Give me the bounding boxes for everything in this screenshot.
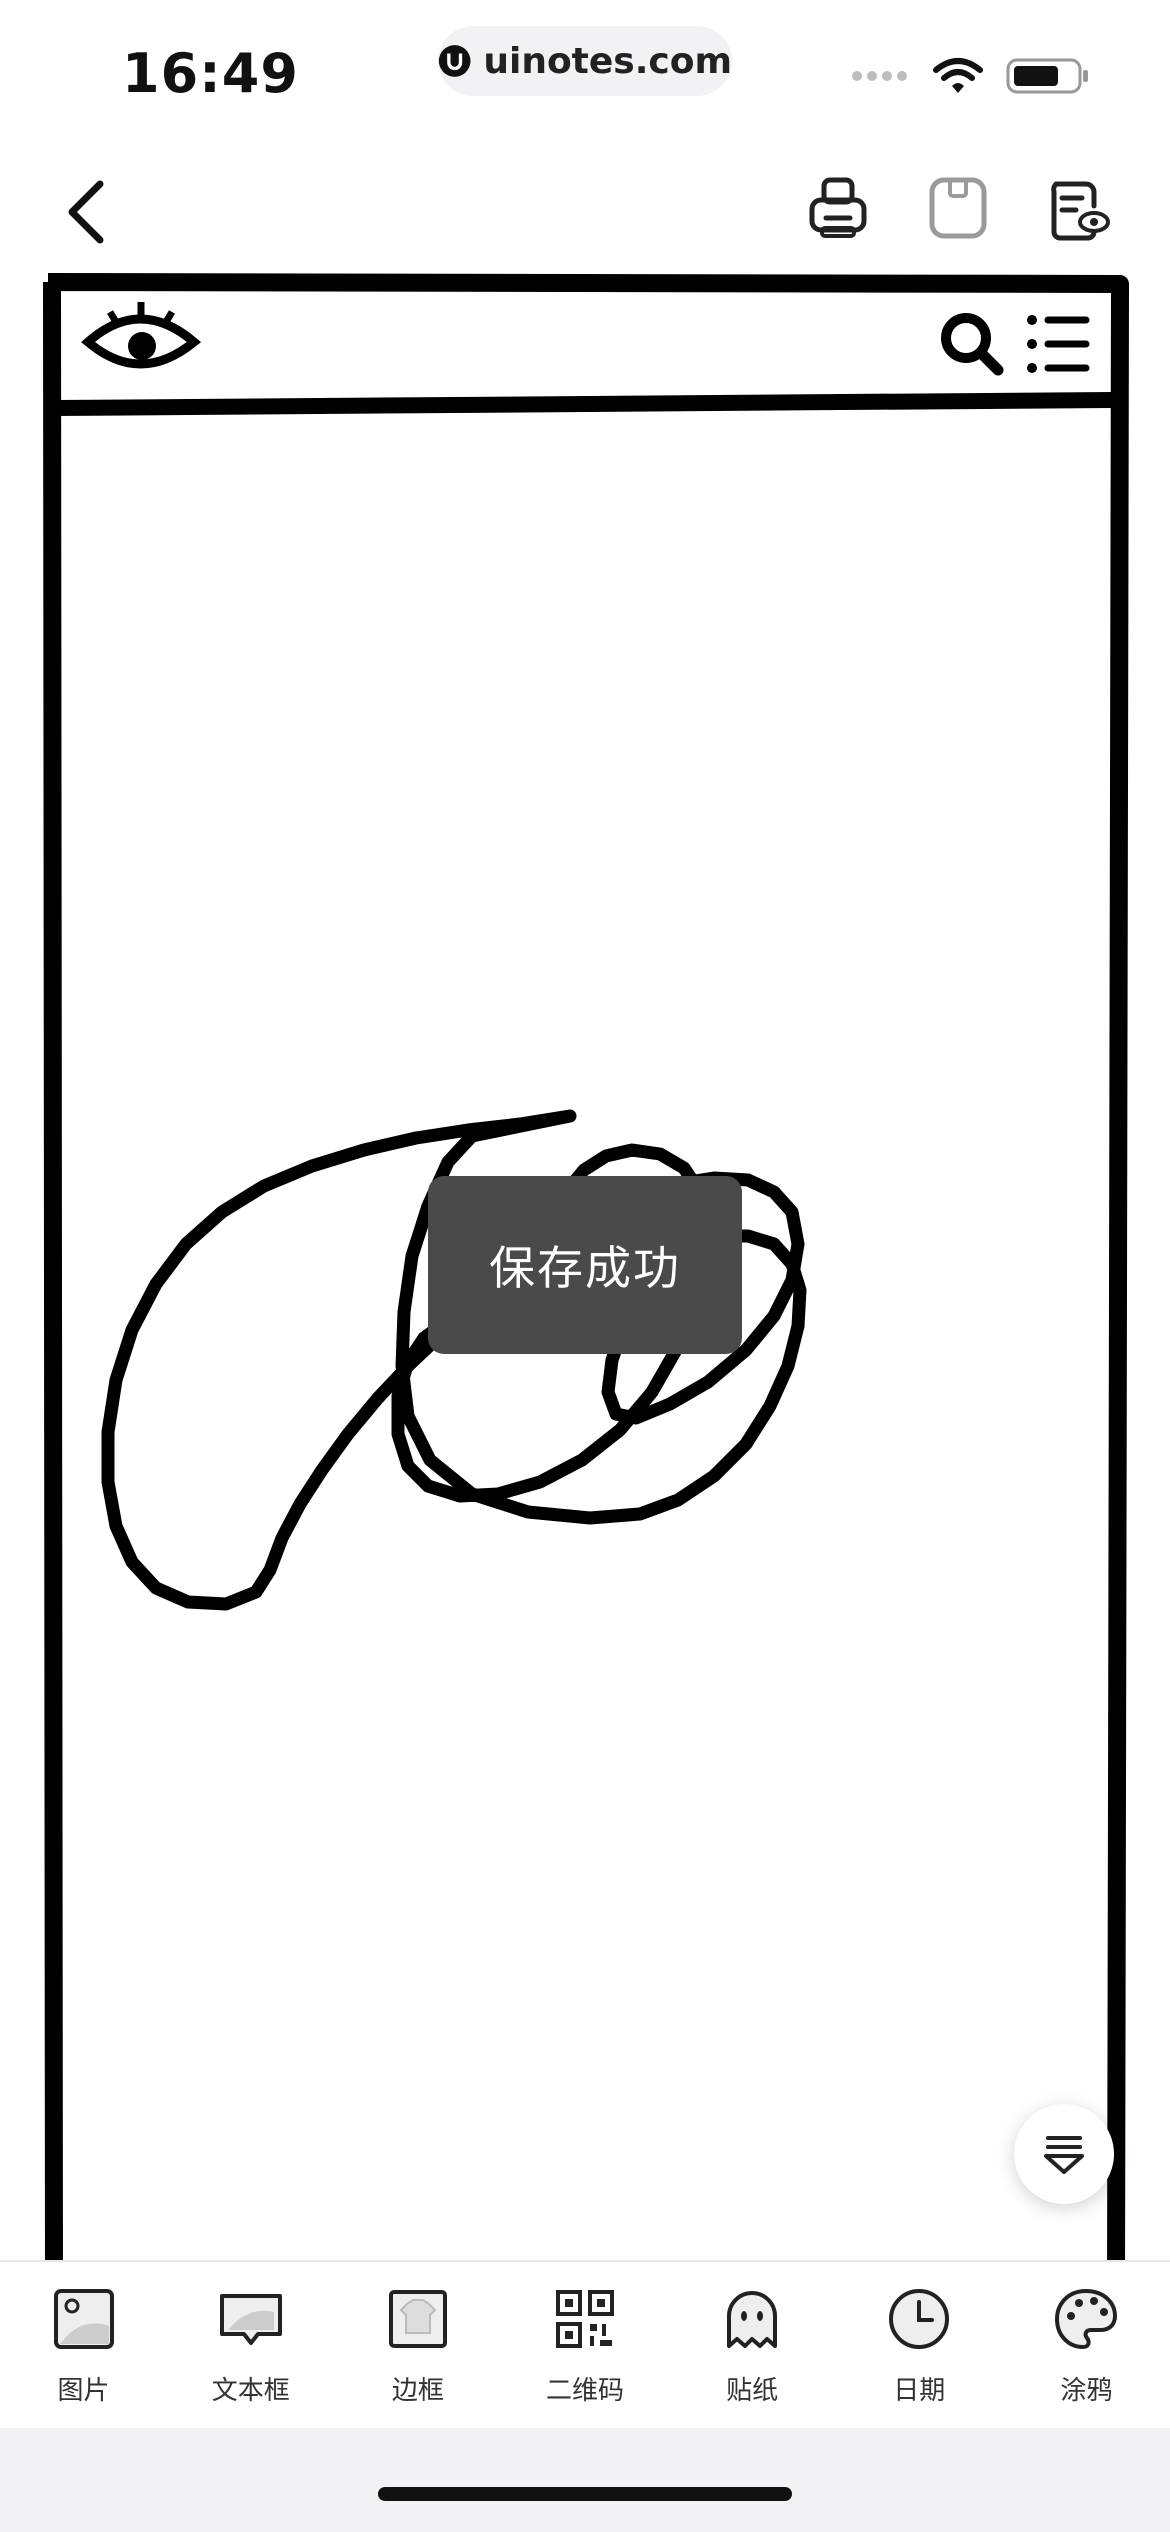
battery-icon: [1006, 58, 1088, 94]
url-text: uinotes.com: [483, 40, 732, 82]
tool-textbox[interactable]: 文本框: [176, 2262, 326, 2407]
tool-label: 文本框: [211, 2376, 290, 2406]
qrcode-icon: [555, 2290, 614, 2348]
url-pill[interactable]: uinotes.com: [438, 26, 732, 96]
wifi-icon: [933, 58, 983, 93]
print-icon[interactable]: [806, 174, 870, 242]
back-chevron-icon[interactable]: [52, 170, 122, 250]
image-icon: [53, 2289, 114, 2349]
signal-dots-icon: [852, 71, 907, 81]
tool-doodle[interactable]: 涂鸦: [1011, 2262, 1161, 2407]
tool-image[interactable]: 图片: [9, 2262, 159, 2407]
status-indicators: [850, 56, 1090, 96]
tool-label: 日期: [893, 2376, 946, 2406]
save-icon[interactable]: [926, 174, 990, 242]
layers-button[interactable]: [1014, 2104, 1114, 2204]
status-time: 16:49: [122, 42, 299, 105]
tool-date[interactable]: 日期: [844, 2262, 994, 2407]
bottom-toolbar: 图片 文本框 边框 二维码 贴纸 日期 涂鸦: [0, 2260, 1170, 2430]
home-area: [0, 2428, 1170, 2532]
save-success-toast: 保存成功: [428, 1176, 742, 1354]
status-bar: 16:49 uinotes.com: [0, 0, 1170, 150]
home-indicator[interactable]: [378, 2487, 792, 2501]
frame-icon: [388, 2290, 447, 2348]
tool-label: 贴纸: [726, 2376, 779, 2406]
tool-qrcode[interactable]: 二维码: [510, 2262, 660, 2407]
preview-icon[interactable]: [1046, 174, 1110, 242]
tool-label: 二维码: [545, 2376, 624, 2406]
textbox-icon: [219, 2294, 282, 2345]
editor-canvas[interactable]: 保存成功: [0, 272, 1170, 2260]
clock-icon: [889, 2289, 950, 2349]
tool-label: 涂鸦: [1060, 2376, 1113, 2406]
nav-bar: [0, 150, 1170, 274]
site-logo-icon: [438, 45, 471, 77]
nav-actions: [806, 174, 1110, 242]
layers-icon: [1044, 2136, 1084, 2174]
ghost-sticker-icon: [727, 2291, 778, 2348]
tool-sticker[interactable]: 贴纸: [677, 2262, 827, 2407]
tool-label: 边框: [391, 2376, 444, 2406]
tool-label: 图片: [57, 2376, 110, 2406]
palette-icon: [1055, 2288, 1118, 2350]
tool-frame[interactable]: 边框: [343, 2262, 493, 2407]
